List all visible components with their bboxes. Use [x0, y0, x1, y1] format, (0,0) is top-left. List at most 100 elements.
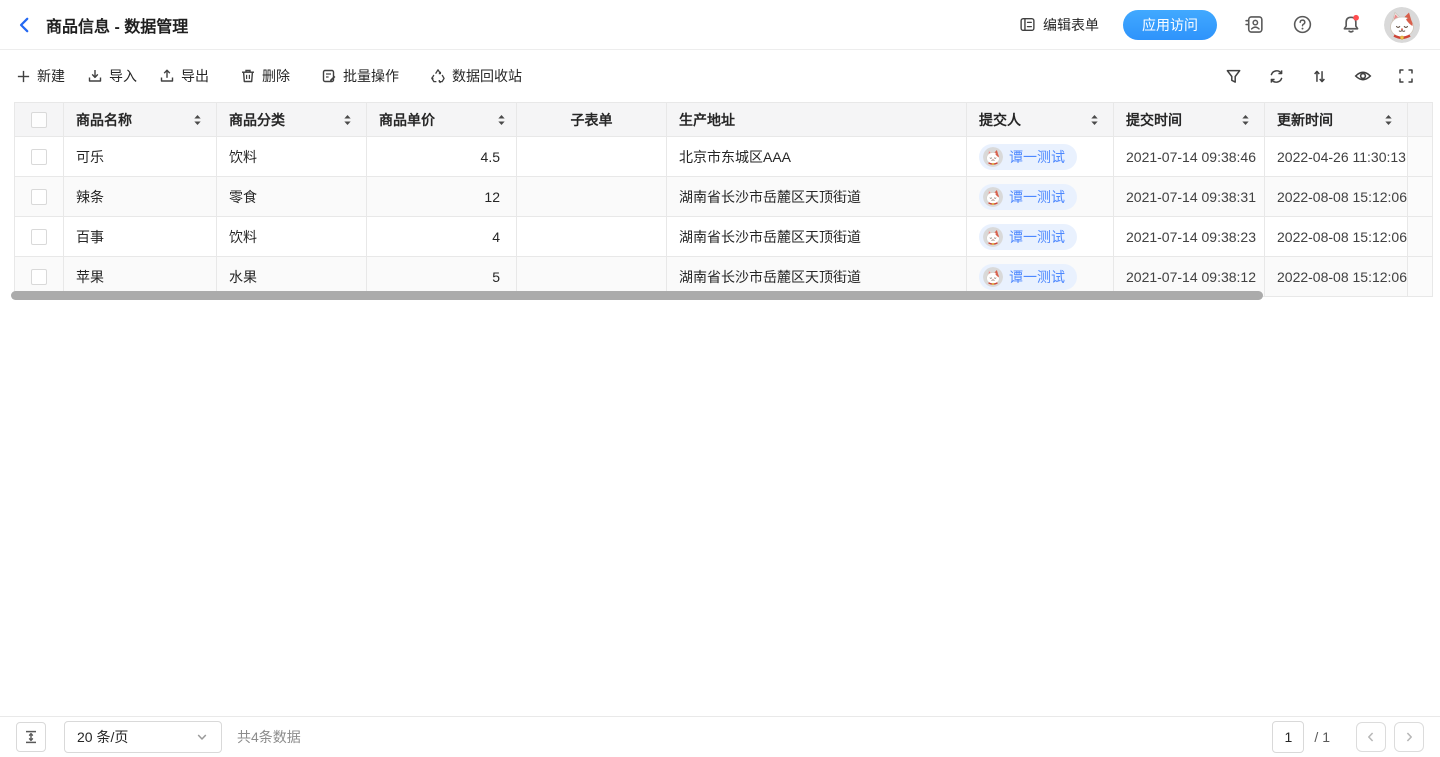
horizontal-scrollbar[interactable]	[11, 291, 1263, 300]
import-label: 导入	[109, 66, 137, 86]
cell-subform	[517, 137, 667, 176]
back-button[interactable]	[16, 16, 34, 34]
fullscreen-icon	[1398, 68, 1414, 84]
cell-production-address: 北京市东城区AAA	[667, 137, 967, 176]
back-icon	[16, 16, 34, 34]
column-visibility-button[interactable]	[1354, 67, 1372, 85]
cell-submit-time: 2021-07-14 09:38:31	[1114, 177, 1265, 216]
header-submitter[interactable]: 提交人	[967, 103, 1114, 136]
export-button[interactable]: 导出	[159, 66, 209, 86]
table-row[interactable]: 辣条 零食 12 湖南省长沙市岳麓区天顶街道 谭一测试 2021-07-14 0…	[15, 176, 1432, 216]
page-total-text: / 1	[1314, 729, 1330, 745]
submitter-avatar	[983, 267, 1003, 287]
header-update-time[interactable]: 更新时间	[1265, 103, 1408, 136]
chevron-left-icon	[1364, 730, 1378, 744]
submitter-tag[interactable]: 谭一测试	[979, 184, 1077, 210]
header-gutter	[1408, 103, 1432, 136]
sort-icon	[1311, 68, 1328, 85]
sort-caret-icon[interactable]	[1088, 113, 1101, 127]
sort-caret-icon[interactable]	[191, 113, 204, 127]
edit-form-label: 编辑表单	[1043, 15, 1099, 35]
table-header-row: 商品名称 商品分类 商品单价 子表单 生产地址 提交人 提交时间 更新时间	[15, 103, 1432, 136]
submitter-tag[interactable]: 谭一测试	[979, 224, 1077, 250]
row-checkbox[interactable]	[31, 149, 47, 165]
cell-submitter: 谭一测试	[967, 217, 1114, 256]
eye-icon	[1354, 67, 1372, 85]
row-height-icon	[23, 729, 39, 745]
header-product-category[interactable]: 商品分类	[217, 103, 367, 136]
current-page-input[interactable]: 1	[1272, 721, 1304, 753]
header-product-price[interactable]: 商品单价	[367, 103, 517, 136]
filter-button[interactable]	[1225, 68, 1242, 85]
submitter-name: 谭一测试	[1009, 267, 1065, 287]
table-row[interactable]: 苹果 水果 5 湖南省长沙市岳麓区天顶街道 谭一测试 2021-07-14 09…	[15, 256, 1432, 296]
export-icon	[159, 68, 175, 84]
sort-caret-icon[interactable]	[495, 113, 508, 127]
select-all-checkbox[interactable]	[31, 112, 47, 128]
cell-product-name: 辣条	[64, 177, 217, 216]
submitter-tag[interactable]: 谭一测试	[979, 264, 1077, 290]
submitter-avatar	[983, 187, 1003, 207]
cell-product-price: 4.5	[367, 137, 517, 176]
sort-caret-icon[interactable]	[1382, 113, 1395, 127]
import-icon	[87, 68, 103, 84]
page-size-select[interactable]: 20 条/页	[64, 721, 222, 753]
cell-product-price: 12	[367, 177, 517, 216]
cell-product-category: 饮料	[217, 217, 367, 256]
cell-submitter: 谭一测试	[967, 177, 1114, 216]
header-production-address[interactable]: 生产地址	[667, 103, 967, 136]
row-height-button[interactable]	[16, 722, 46, 752]
row-checkbox[interactable]	[31, 269, 47, 285]
contacts-button[interactable]	[1244, 14, 1265, 35]
toolbar: 新建 导入 导出 删除 批量操作	[0, 50, 1440, 102]
header-product-name[interactable]: 商品名称	[64, 103, 217, 136]
sort-caret-icon[interactable]	[341, 113, 354, 127]
header-submit-time[interactable]: 提交时间	[1114, 103, 1265, 136]
row-checkbox[interactable]	[31, 189, 47, 205]
submitter-name: 谭一测试	[1009, 187, 1065, 207]
batch-edit-icon	[321, 68, 337, 84]
fullscreen-button[interactable]	[1398, 68, 1414, 84]
notifications-button[interactable]	[1340, 14, 1362, 36]
contacts-icon	[1244, 14, 1265, 35]
recycle-icon	[430, 68, 446, 84]
cell-gutter	[1408, 217, 1432, 256]
cell-product-name: 百事	[64, 217, 217, 256]
recycle-bin-label: 数据回收站	[452, 66, 522, 86]
sort-caret-icon[interactable]	[1239, 113, 1252, 127]
next-page-button[interactable]	[1394, 722, 1424, 752]
submitter-tag[interactable]: 谭一测试	[979, 144, 1077, 170]
submitter-name: 谭一测试	[1009, 147, 1065, 167]
footer: 20 条/页 共4条数据 1 / 1	[0, 716, 1440, 757]
prev-page-button[interactable]	[1356, 722, 1386, 752]
submitter-avatar	[983, 227, 1003, 247]
form-icon	[1019, 16, 1036, 33]
trash-icon	[240, 68, 256, 84]
cell-update-time: 2022-08-08 15:12:06	[1265, 177, 1408, 216]
new-button[interactable]: 新建	[16, 66, 65, 86]
total-count-text: 共4条数据	[237, 727, 301, 747]
cell-update-time: 2022-08-08 15:12:06	[1265, 217, 1408, 256]
chevron-right-icon	[1402, 730, 1416, 744]
delete-button[interactable]: 删除	[240, 66, 290, 86]
batch-operation-button[interactable]: 批量操作	[321, 66, 399, 86]
submitter-name: 谭一测试	[1009, 227, 1065, 247]
app-access-button[interactable]: 应用访问	[1123, 10, 1217, 40]
help-button[interactable]	[1292, 14, 1313, 35]
cell-gutter	[1408, 257, 1432, 296]
table-row[interactable]: 百事 饮料 4 湖南省长沙市岳麓区天顶街道 谭一测试 2021-07-14 09…	[15, 216, 1432, 256]
page-title: 商品信息 - 数据管理	[46, 13, 188, 37]
avatar[interactable]	[1384, 7, 1420, 43]
table-row[interactable]: 可乐 饮料 4.5 北京市东城区AAA 谭一测试 2021-07-14 09:3…	[15, 136, 1432, 176]
row-checkbox[interactable]	[31, 229, 47, 245]
refresh-button[interactable]	[1268, 68, 1285, 85]
recycle-bin-button[interactable]: 数据回收站	[430, 66, 522, 86]
cell-submit-time: 2021-07-14 09:38:23	[1114, 217, 1265, 256]
sort-button[interactable]	[1311, 68, 1328, 85]
chevron-down-icon	[195, 730, 209, 744]
header-subform[interactable]: 子表单	[517, 103, 667, 136]
refresh-icon	[1268, 68, 1285, 85]
edit-form-button[interactable]: 编辑表单	[1019, 15, 1099, 35]
cell-subform	[517, 217, 667, 256]
import-button[interactable]: 导入	[87, 66, 137, 86]
